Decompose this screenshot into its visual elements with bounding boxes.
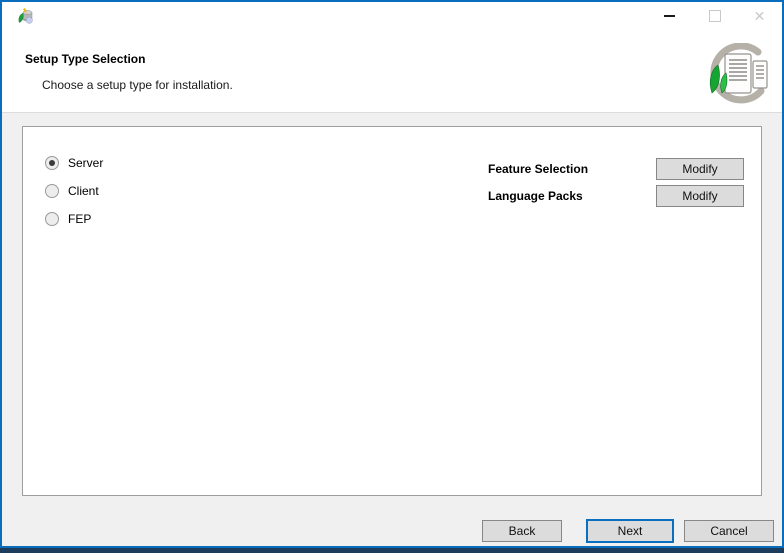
feature-selection-modify-button[interactable]: Modify: [656, 158, 744, 180]
minimize-button[interactable]: [647, 2, 692, 30]
close-button[interactable]: ✕: [737, 2, 782, 30]
product-logo-icon: [698, 43, 774, 105]
radio-circle-icon: [45, 184, 59, 198]
radio-fep[interactable]: FEP: [45, 211, 103, 227]
cancel-button[interactable]: Cancel: [684, 520, 774, 542]
page-title: Setup Type Selection: [25, 52, 145, 66]
radio-client[interactable]: Client: [45, 183, 103, 199]
app-installer-icon: [18, 8, 34, 24]
radio-label: Server: [68, 156, 103, 170]
window-border-bottom-strip: [0, 548, 784, 553]
setup-type-radio-group: Server Client FEP: [45, 155, 103, 239]
feature-selection-label: Feature Selection: [488, 158, 588, 180]
language-packs-modify-button[interactable]: Modify: [656, 185, 744, 207]
minimize-icon: [664, 15, 675, 17]
radio-label: FEP: [68, 212, 91, 226]
language-packs-label: Language Packs: [488, 185, 583, 207]
page-subtitle: Choose a setup type for installation.: [42, 78, 233, 92]
title-bar: ✕: [2, 2, 782, 30]
radio-server[interactable]: Server: [45, 155, 103, 171]
back-button[interactable]: Back: [482, 520, 562, 542]
radio-circle-icon: [45, 156, 59, 170]
maximize-button[interactable]: [692, 2, 737, 30]
radio-circle-icon: [45, 212, 59, 226]
maximize-icon: [709, 10, 721, 22]
wizard-body: Server Client FEP Feature Selection Modi…: [2, 113, 782, 546]
radio-label: Client: [68, 184, 99, 198]
close-icon: ✕: [754, 9, 766, 23]
setup-type-panel: Server Client FEP Feature Selection Modi…: [22, 126, 762, 496]
installer-window: ✕ Setup Type Selection Choose a setup ty…: [0, 0, 784, 553]
wizard-header: Setup Type Selection Choose a setup type…: [2, 30, 782, 113]
next-button[interactable]: Next: [586, 519, 674, 543]
